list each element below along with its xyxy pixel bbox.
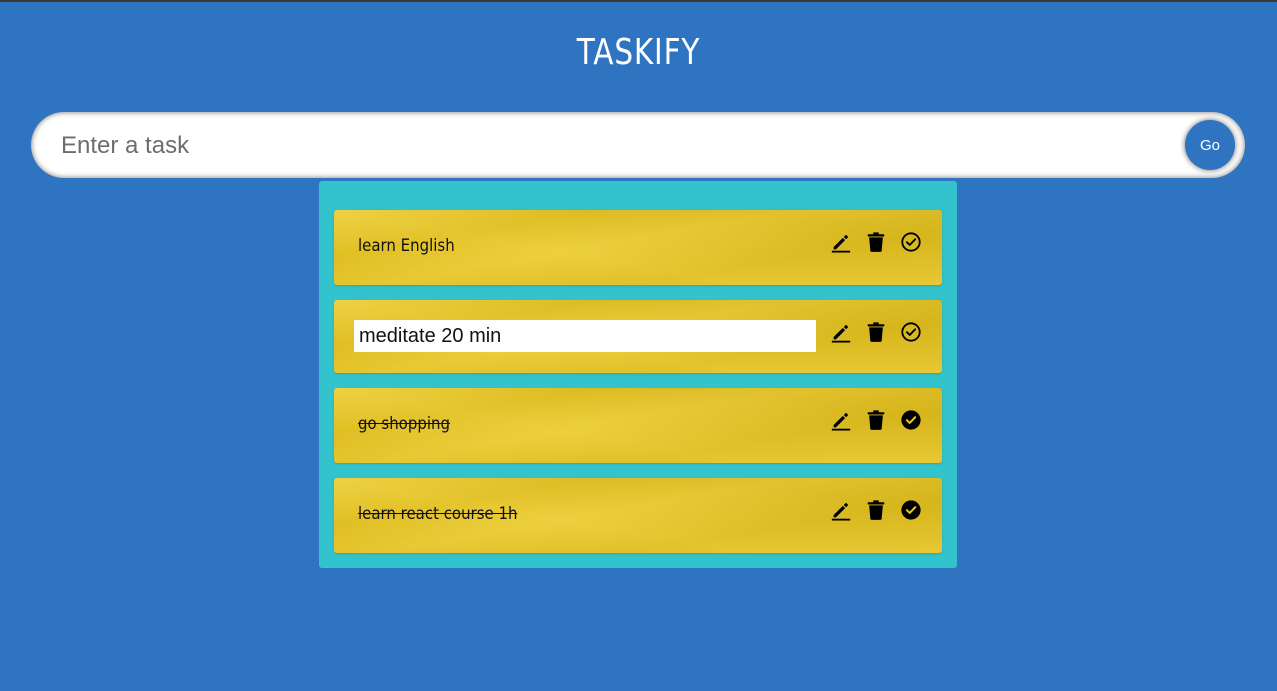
task-card: learn English bbox=[334, 210, 942, 285]
window-top-border bbox=[0, 0, 1277, 2]
tasks-panel: learn English meditate 20 min go shoppin… bbox=[319, 181, 957, 568]
delete-icon[interactable] bbox=[865, 321, 887, 343]
edit-task-field[interactable] bbox=[354, 320, 816, 352]
task-card bbox=[334, 300, 942, 373]
check-circle-filled-icon[interactable] bbox=[900, 499, 922, 521]
app-title: TASKIFY bbox=[576, 32, 701, 73]
task-actions bbox=[817, 409, 922, 431]
task-text: learn English bbox=[358, 236, 455, 256]
task-actions bbox=[817, 321, 922, 343]
go-button[interactable]: Go bbox=[1185, 120, 1235, 170]
task-actions bbox=[817, 231, 922, 253]
edit-icon[interactable] bbox=[830, 409, 852, 431]
task-text: learn react course 1h bbox=[358, 504, 518, 524]
delete-icon[interactable] bbox=[865, 231, 887, 253]
new-task-form: Go bbox=[31, 112, 1245, 178]
task-input[interactable] bbox=[59, 128, 1163, 164]
task-text: go shopping bbox=[358, 414, 450, 434]
task-card: go shopping bbox=[334, 388, 942, 463]
check-circle-filled-icon[interactable] bbox=[900, 409, 922, 431]
delete-icon[interactable] bbox=[865, 409, 887, 431]
edit-icon[interactable] bbox=[830, 499, 852, 521]
delete-icon[interactable] bbox=[865, 499, 887, 521]
task-actions bbox=[817, 499, 922, 521]
check-circle-icon[interactable] bbox=[900, 231, 922, 253]
task-card: learn react course 1h bbox=[334, 478, 942, 553]
edit-icon[interactable] bbox=[830, 321, 852, 343]
edit-icon[interactable] bbox=[830, 231, 852, 253]
check-circle-icon[interactable] bbox=[900, 321, 922, 343]
